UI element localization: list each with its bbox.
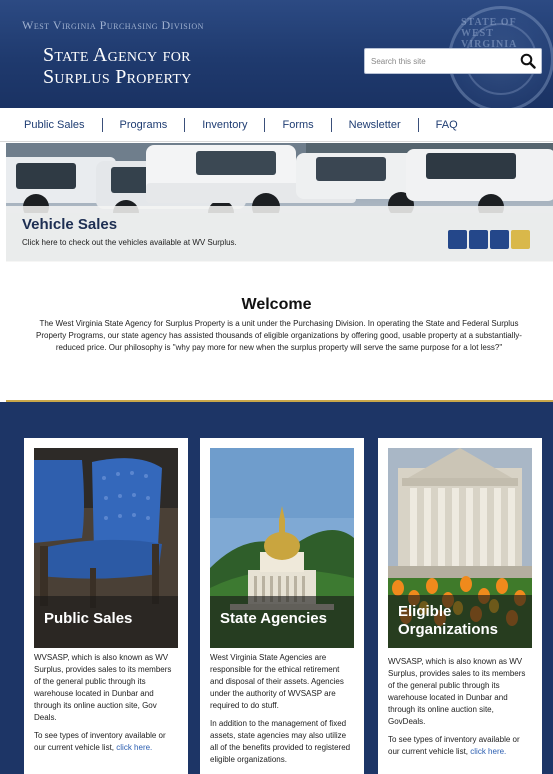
card-paragraph: West Virginia State Agencies are respons…: [210, 653, 344, 710]
site-title[interactable]: State Agency for Surplus Property: [43, 44, 303, 88]
card-body: WVSASP, which is also known as WV Surplu…: [34, 652, 178, 760]
slider-dot-2[interactable]: [469, 230, 488, 249]
slider-dot-3[interactable]: [490, 230, 509, 249]
division-name[interactable]: West Virginia Purchasing Division: [22, 18, 204, 33]
nav-item-inventory[interactable]: Inventory: [202, 119, 247, 131]
nav-separator: [264, 117, 266, 132]
card-paragraph: WVSASP, which is also known as WV Surplu…: [34, 653, 172, 722]
card-paragraph: In addition to the management of fixed a…: [210, 719, 351, 764]
site-title-line1: State Agency for: [43, 44, 191, 66]
card-link-paragraph: To see types of inventory available or o…: [388, 734, 532, 758]
nav-item-faq[interactable]: FAQ: [436, 119, 458, 131]
site-header: STATE OF WEST VIRGINIA West Virginia Pur…: [0, 0, 553, 108]
slider-dot-1[interactable]: [448, 230, 467, 249]
main-nav: Public Sales Programs Inventory Forms Ne…: [0, 108, 553, 142]
nav-item-public-sales[interactable]: Public Sales: [24, 119, 85, 131]
nav-separator: [184, 117, 186, 132]
feature-cards: Public Sales WVSASP, which is also known…: [0, 402, 553, 774]
card-paragraph: WVSASP, which is also known as WV Surplu…: [388, 657, 526, 726]
welcome-section: Welcome The West Virginia State Agency f…: [0, 262, 553, 402]
nav-separator: [330, 117, 332, 132]
welcome-text: The West Virginia State Agency for Surpl…: [36, 319, 522, 352]
welcome-heading: Welcome: [241, 296, 312, 313]
search-input[interactable]: [371, 52, 511, 70]
card-link-paragraph: To see types of inventory available or o…: [34, 730, 178, 754]
nav-separator: [101, 117, 103, 132]
search-icon[interactable]: [520, 53, 536, 69]
card-state-agencies: State Agencies West Virginia State Agenc…: [200, 438, 364, 774]
card-title-line1: Eligible: [398, 603, 452, 620]
card-title-public-sales[interactable]: Public Sales: [34, 596, 178, 648]
card-public-sales: Public Sales WVSASP, which is also known…: [24, 438, 188, 774]
nav-separator: [417, 117, 419, 132]
card-body: West Virginia State Agencies are respons…: [210, 652, 354, 772]
card-title-state-agencies[interactable]: State Agencies: [210, 596, 354, 648]
hero-caption[interactable]: Vehicle Sales Click here to check out th…: [6, 206, 553, 262]
site-title-line2: Surplus Property: [43, 66, 192, 88]
search-box: [364, 48, 542, 74]
inventory-click-here-link[interactable]: click here.: [470, 747, 506, 756]
slider-dot-4[interactable]: [511, 230, 530, 249]
slider-dots: [448, 230, 530, 249]
nav-item-newsletter[interactable]: Newsletter: [349, 119, 401, 131]
card-title-line2: Organizations: [398, 621, 499, 638]
card-title-eligible-organizations[interactable]: Eligible Organizations: [388, 595, 532, 648]
nav-item-forms[interactable]: Forms: [282, 119, 313, 131]
inventory-click-here-link[interactable]: click here.: [116, 743, 152, 752]
hero-subtitle[interactable]: Click here to check out the vehicles ava…: [22, 238, 237, 247]
card-body: WVSASP, which is also known as WV Surplu…: [388, 656, 532, 764]
nav-item-programs[interactable]: Programs: [120, 119, 168, 131]
seal-text: STATE OF WEST VIRGINIA: [461, 17, 518, 50]
hero-title[interactable]: Vehicle Sales: [22, 216, 117, 233]
card-eligible-organizations: Eligible Organizations WVSASP, which is …: [378, 438, 542, 774]
